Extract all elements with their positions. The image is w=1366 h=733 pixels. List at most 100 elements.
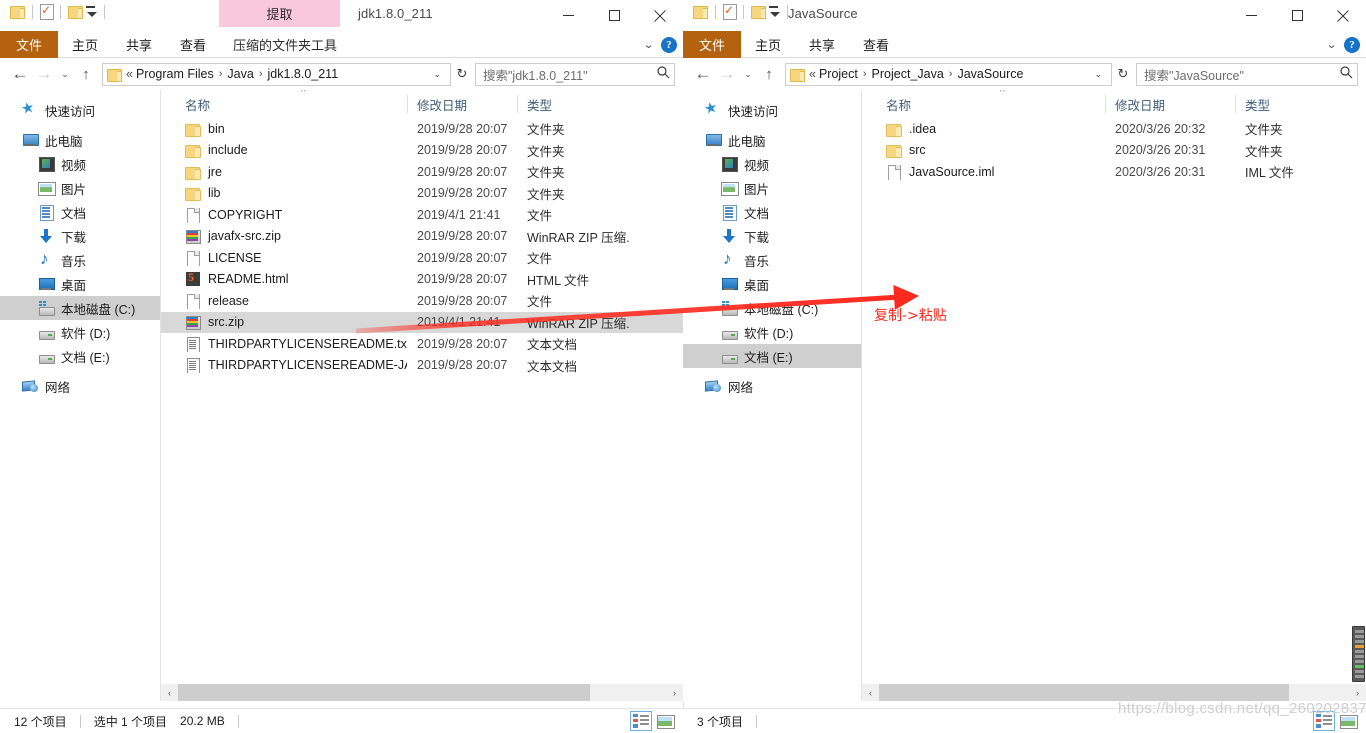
maximize-button[interactable] <box>1274 0 1320 31</box>
close-button[interactable] <box>1320 0 1366 31</box>
table-row[interactable]: THIRDPARTYLICENSEREADME.txt 2019/9/28 20:… <box>161 333 683 355</box>
search-input[interactable]: 搜索"JavaSource" <box>1144 65 1340 84</box>
nav-item-quick-access[interactable]: 快速访问 <box>683 98 861 122</box>
table-row[interactable]: lib 2019/9/28 20:07 文件夹 <box>161 183 683 205</box>
chevron-down-icon[interactable]: ⌄ <box>1326 38 1338 51</box>
help-icon[interactable]: ? <box>1344 36 1360 53</box>
scroll-right-button[interactable]: › <box>666 684 683 701</box>
breadcrumb-item-programfiles[interactable]: Program Files <box>136 67 214 81</box>
tab-home[interactable]: 主页 <box>58 31 112 58</box>
help-icon[interactable]: ? <box>661 36 677 53</box>
column-header-type[interactable]: 类型 <box>517 90 657 118</box>
table-row[interactable]: src.zip 2019/4/1 21:41 WinRAR ZIP 压缩. <box>161 311 683 333</box>
column-header-name[interactable]: 名称 ^ <box>161 90 407 118</box>
nav-item-downloads[interactable]: 下载 <box>683 224 861 248</box>
large-icons-view-button[interactable] <box>655 712 675 730</box>
search-icon[interactable] <box>1340 66 1353 82</box>
breadcrumb-overflow[interactable]: « <box>809 67 819 81</box>
refresh-button[interactable]: ↻ <box>451 63 473 86</box>
nav-item-downloads[interactable]: 下载 <box>0 224 160 248</box>
scroll-track[interactable] <box>879 684 1349 701</box>
tab-view[interactable]: 查看 <box>849 31 903 58</box>
back-button[interactable]: ← <box>691 62 715 86</box>
table-row[interactable]: JavaSource.iml 2020/3/26 20:31 IML 文件 <box>862 161 1366 183</box>
breadcrumb-item-project-java[interactable]: Project_Java <box>872 67 944 81</box>
scroll-left-button[interactable]: ‹ <box>161 684 178 701</box>
breadcrumb-item-java[interactable]: Java <box>227 67 253 81</box>
search-box-right[interactable]: 搜索"JavaSource" <box>1136 62 1358 86</box>
minimize-button[interactable] <box>545 0 591 31</box>
nav-item-disk-d[interactable]: 软件 (D:) <box>0 320 160 344</box>
properties-icon[interactable] <box>40 3 54 20</box>
breadcrumb-dropdown-icon[interactable]: ⌄ <box>426 69 448 80</box>
quick-access-toolbar-right[interactable] <box>693 3 795 20</box>
forward-button[interactable]: → <box>32 62 56 86</box>
table-row[interactable]: COPYRIGHT 2019/4/1 21:41 文件 <box>161 204 683 226</box>
tab-share[interactable]: 共享 <box>795 31 849 58</box>
details-view-button[interactable] <box>630 711 652 731</box>
breadcrumb-item-project[interactable]: Project <box>819 67 858 81</box>
nav-item-music[interactable]: 音乐 <box>683 248 861 272</box>
nav-item-music[interactable]: 音乐 <box>0 248 160 272</box>
horizontal-scrollbar-left[interactable]: ‹ › <box>161 684 683 701</box>
table-row[interactable]: src 2020/3/26 20:31 文件夹 <box>862 140 1366 162</box>
nav-item-local-disk-c[interactable]: 本地磁盘 (C:) <box>0 296 160 320</box>
scroll-thumb[interactable] <box>178 684 590 701</box>
horizontal-scrollbar-right[interactable]: ‹ › <box>862 684 1366 701</box>
nav-item-quick-access[interactable]: 快速访问 <box>0 98 160 122</box>
tab-file[interactable]: 文件 <box>0 31 58 58</box>
breadcrumb-bar-right[interactable]: « Project › Project_Java › JavaSource ⌄ <box>785 62 1112 86</box>
table-row[interactable]: javafx-src.zip 2019/9/28 20:07 WinRAR ZIP … <box>161 226 683 248</box>
nav-item-this-pc[interactable]: 此电脑 <box>0 128 160 152</box>
scroll-thumb[interactable] <box>879 684 1289 701</box>
up-button[interactable]: ↑ <box>74 62 98 86</box>
nav-item-videos[interactable]: 视频 <box>683 152 861 176</box>
properties-icon[interactable] <box>723 3 737 20</box>
back-button[interactable]: ← <box>8 62 32 86</box>
folder-icon[interactable] <box>10 5 25 19</box>
quick-access-toolbar-left[interactable] <box>10 3 112 20</box>
scroll-left-button[interactable]: ‹ <box>862 684 879 701</box>
table-row[interactable]: .idea 2020/3/26 20:32 文件夹 <box>862 118 1366 140</box>
recent-locations-icon[interactable]: ⌄ <box>56 62 74 86</box>
forward-button[interactable]: → <box>715 62 739 86</box>
nav-item-documents[interactable]: 文档 <box>0 200 160 224</box>
minimize-button[interactable] <box>1228 0 1274 31</box>
chevron-down-icon[interactable]: ⌄ <box>643 38 655 51</box>
nav-item-this-pc[interactable]: 此电脑 <box>683 128 861 152</box>
nav-item-disk-e[interactable]: 文档 (E:) <box>683 344 861 368</box>
tab-file[interactable]: 文件 <box>683 31 741 58</box>
breadcrumb-bar-left[interactable]: « Program Files › Java › jdk1.8.0_211 ⌄ <box>102 62 451 86</box>
new-folder-icon[interactable] <box>751 5 766 19</box>
search-icon[interactable] <box>657 66 670 82</box>
tab-share[interactable]: 共享 <box>112 31 166 58</box>
table-row[interactable]: THIRDPARTYLICENSEREADME-JAVAF... 2019/9/2… <box>161 355 683 377</box>
search-box-left[interactable]: 搜索"jdk1.8.0_211" <box>475 62 675 86</box>
nav-item-desktop[interactable]: 桌面 <box>683 272 861 296</box>
table-row[interactable]: bin 2019/9/28 20:07 文件夹 <box>161 118 683 140</box>
new-folder-icon[interactable] <box>68 5 83 19</box>
nav-item-pictures[interactable]: 图片 <box>0 176 160 200</box>
folder-icon[interactable] <box>693 5 708 19</box>
up-button[interactable]: ↑ <box>757 62 781 86</box>
customize-dropdown-icon[interactable] <box>766 6 780 17</box>
table-row[interactable]: LICENSE 2019/9/28 20:07 文件 <box>161 247 683 269</box>
table-row[interactable]: release 2019/9/28 20:07 文件 <box>161 290 683 312</box>
table-row[interactable]: jre 2019/9/28 20:07 文件夹 <box>161 161 683 183</box>
column-header-date[interactable]: 修改日期 <box>407 90 517 118</box>
tab-compressed-folder-tools[interactable]: 压缩的文件夹工具 <box>220 31 350 58</box>
column-header-date[interactable]: 修改日期 <box>1105 90 1235 118</box>
nav-item-pictures[interactable]: 图片 <box>683 176 861 200</box>
breadcrumb-dropdown-icon[interactable]: ⌄ <box>1087 69 1109 80</box>
breadcrumb-item-jdk[interactable]: jdk1.8.0_211 <box>268 67 339 81</box>
search-input[interactable]: 搜索"jdk1.8.0_211" <box>483 65 657 84</box>
breadcrumb-item-javasource[interactable]: JavaSource <box>957 67 1023 81</box>
nav-item-videos[interactable]: 视频 <box>0 152 160 176</box>
tab-home[interactable]: 主页 <box>741 31 795 58</box>
table-row[interactable]: include 2019/9/28 20:07 文件夹 <box>161 140 683 162</box>
nav-item-disk-e[interactable]: 文档 (E:) <box>0 344 160 368</box>
scroll-track[interactable] <box>178 684 666 701</box>
breadcrumb-overflow[interactable]: « <box>126 67 136 81</box>
refresh-button[interactable]: ↻ <box>1112 63 1134 86</box>
nav-item-documents[interactable]: 文档 <box>683 200 861 224</box>
